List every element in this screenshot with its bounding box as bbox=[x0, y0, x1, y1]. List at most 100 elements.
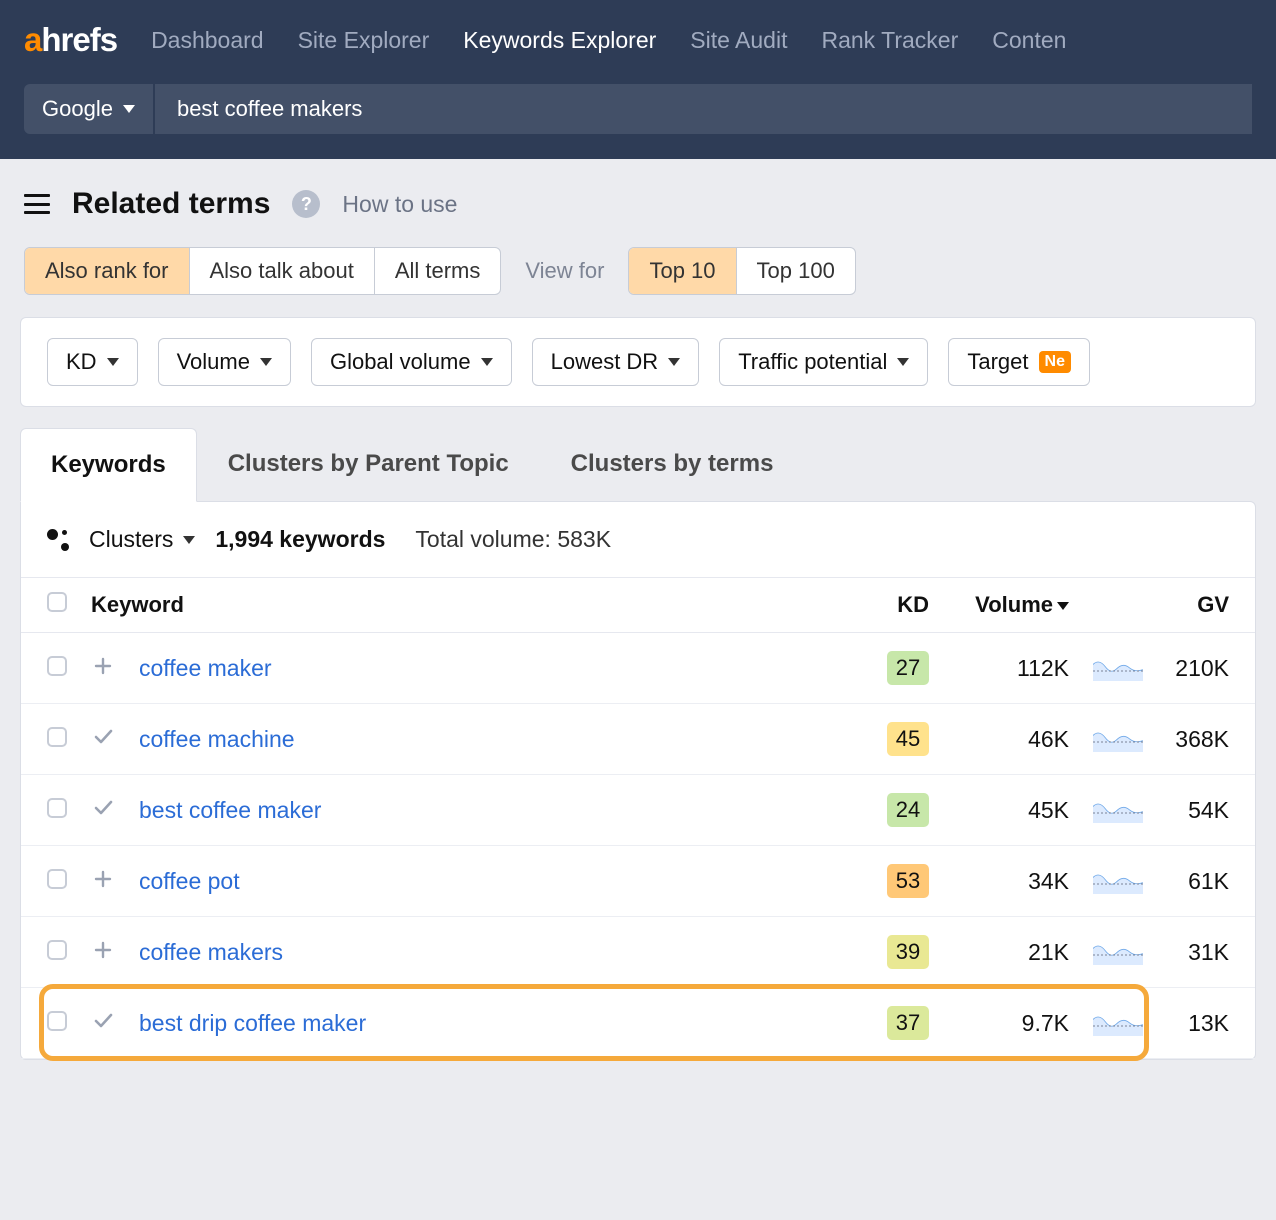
clusters-icon bbox=[47, 529, 69, 551]
column-keyword[interactable]: Keyword bbox=[79, 578, 861, 633]
filter-kd[interactable]: KD bbox=[47, 338, 138, 386]
filter-label: Traffic potential bbox=[738, 349, 887, 375]
mode-also-rank-for[interactable]: Also rank for bbox=[25, 248, 190, 294]
check-icon[interactable] bbox=[91, 796, 115, 818]
view-top-10[interactable]: Top 10 bbox=[629, 248, 736, 294]
trend-sparkline bbox=[1093, 1010, 1143, 1036]
trend-sparkline bbox=[1093, 797, 1143, 823]
plus-icon[interactable] bbox=[91, 869, 115, 889]
gv-cell: 61K bbox=[1155, 846, 1255, 917]
gv-cell: 210K bbox=[1155, 633, 1255, 704]
help-icon[interactable]: ? bbox=[292, 190, 320, 218]
chevron-down-icon bbox=[107, 358, 119, 366]
volume-cell: 21K bbox=[941, 917, 1081, 988]
clusters-dropdown[interactable]: Clusters bbox=[89, 526, 195, 553]
row-checkbox[interactable] bbox=[47, 656, 67, 676]
keyword-link[interactable]: coffee maker bbox=[139, 655, 272, 681]
keyword-link[interactable]: best coffee maker bbox=[139, 797, 321, 823]
chevron-down-icon bbox=[481, 358, 493, 366]
filter-row: KD Volume Global volume Lowest DR Traffic po… bbox=[21, 318, 1255, 406]
view-for-label: View for bbox=[525, 258, 604, 284]
nav-site-explorer[interactable]: Site Explorer bbox=[298, 27, 430, 54]
tab-keywords[interactable]: Keywords bbox=[20, 428, 197, 502]
gv-cell: 54K bbox=[1155, 775, 1255, 846]
table-row: coffee makers3921K31K bbox=[21, 917, 1255, 988]
volume-cell: 9.7K bbox=[941, 988, 1081, 1059]
mode-segment: Also rank forAlso talk aboutAll terms bbox=[24, 247, 501, 295]
filter-traffic-potential[interactable]: Traffic potential bbox=[719, 338, 928, 386]
tab-clusters-by-parent-topic[interactable]: Clusters by Parent Topic bbox=[197, 427, 540, 501]
keywords-table: Keyword KD Volume GV coffee maker27112K2… bbox=[21, 577, 1255, 1059]
chevron-down-icon bbox=[897, 358, 909, 366]
row-checkbox[interactable] bbox=[47, 798, 67, 818]
trend-sparkline bbox=[1093, 726, 1143, 752]
check-icon[interactable] bbox=[91, 725, 115, 747]
mode-also-talk-about[interactable]: Also talk about bbox=[190, 248, 375, 294]
filter-label: Lowest DR bbox=[551, 349, 659, 375]
volume-cell: 46K bbox=[941, 704, 1081, 775]
table-row: best coffee maker2445K54K bbox=[21, 775, 1255, 846]
clusters-label: Clusters bbox=[89, 526, 173, 553]
search-engine-label: Google bbox=[42, 96, 113, 122]
table-row: coffee maker27112K210K bbox=[21, 633, 1255, 704]
trend-sparkline bbox=[1093, 868, 1143, 894]
search-input-wrap bbox=[155, 84, 1252, 134]
kd-badge: 37 bbox=[887, 1006, 929, 1040]
gv-cell: 368K bbox=[1155, 704, 1255, 775]
search-input[interactable] bbox=[177, 96, 1230, 122]
filter-label: Target bbox=[967, 349, 1028, 375]
nav-keywords-explorer[interactable]: Keywords Explorer bbox=[463, 27, 656, 54]
view-top-100[interactable]: Top 100 bbox=[737, 248, 855, 294]
select-all-checkbox[interactable] bbox=[47, 592, 67, 612]
tabs: KeywordsClusters by Parent TopicClusters… bbox=[0, 427, 1276, 501]
page-header: Related terms ? How to use bbox=[0, 159, 1276, 247]
keyword-link[interactable]: coffee makers bbox=[139, 939, 283, 965]
keyword-link[interactable]: coffee pot bbox=[139, 868, 240, 894]
volume-cell: 112K bbox=[941, 633, 1081, 704]
check-icon[interactable] bbox=[91, 1009, 115, 1031]
column-kd[interactable]: KD bbox=[861, 578, 941, 633]
summary-row: Clusters 1,994 keywords Total volume: 58… bbox=[21, 502, 1255, 577]
volume-cell: 34K bbox=[941, 846, 1081, 917]
menu-icon[interactable] bbox=[24, 194, 50, 214]
column-volume[interactable]: Volume bbox=[941, 578, 1081, 633]
filter-global-volume[interactable]: Global volume bbox=[311, 338, 512, 386]
keyword-link[interactable]: best drip coffee maker bbox=[139, 1010, 366, 1036]
search-engine-select[interactable]: Google bbox=[24, 84, 153, 134]
row-checkbox[interactable] bbox=[47, 869, 67, 889]
keyword-link[interactable]: coffee machine bbox=[139, 726, 295, 752]
row-checkbox[interactable] bbox=[47, 1011, 67, 1031]
view-segment: Top 10Top 100 bbox=[628, 247, 855, 295]
table-row: best drip coffee maker 37 9.7K 13K bbox=[21, 988, 1255, 1059]
trend-sparkline bbox=[1093, 939, 1143, 965]
table-row: coffee machine 45 46K 368K bbox=[21, 704, 1255, 775]
nav-dashboard[interactable]: Dashboard bbox=[151, 27, 264, 54]
filter-lowest-dr[interactable]: Lowest DR bbox=[532, 338, 700, 386]
column-gv[interactable]: GV bbox=[1155, 578, 1255, 633]
plus-icon[interactable] bbox=[91, 656, 115, 676]
column-volume-label: Volume bbox=[975, 592, 1053, 617]
gv-cell: 13K bbox=[1155, 988, 1255, 1059]
mode-all-terms[interactable]: All terms bbox=[375, 248, 501, 294]
nav-conten[interactable]: Conten bbox=[992, 27, 1066, 54]
filter-target[interactable]: Target Ne bbox=[948, 338, 1090, 386]
new-badge: Ne bbox=[1039, 351, 1071, 373]
mode-filter-row: Also rank forAlso talk aboutAll terms Vi… bbox=[0, 247, 1276, 317]
chevron-down-icon bbox=[668, 358, 680, 366]
tab-clusters-by-terms[interactable]: Clusters by terms bbox=[540, 427, 805, 501]
nav-site-audit[interactable]: Site Audit bbox=[690, 27, 787, 54]
nav-rank-tracker[interactable]: Rank Tracker bbox=[821, 27, 958, 54]
how-to-use-link[interactable]: How to use bbox=[342, 191, 457, 218]
row-checkbox[interactable] bbox=[47, 940, 67, 960]
row-checkbox[interactable] bbox=[47, 727, 67, 747]
kd-badge: 45 bbox=[887, 722, 929, 756]
search-bar: Google bbox=[0, 80, 1276, 159]
kd-badge: 24 bbox=[887, 793, 929, 827]
filter-volume[interactable]: Volume bbox=[158, 338, 291, 386]
plus-icon[interactable] bbox=[91, 940, 115, 960]
filter-label: KD bbox=[66, 349, 97, 375]
chevron-down-icon bbox=[260, 358, 272, 366]
trend-sparkline bbox=[1093, 655, 1143, 681]
filter-card: KD Volume Global volume Lowest DR Traffic po… bbox=[20, 317, 1256, 407]
sort-desc-icon bbox=[1057, 602, 1069, 610]
